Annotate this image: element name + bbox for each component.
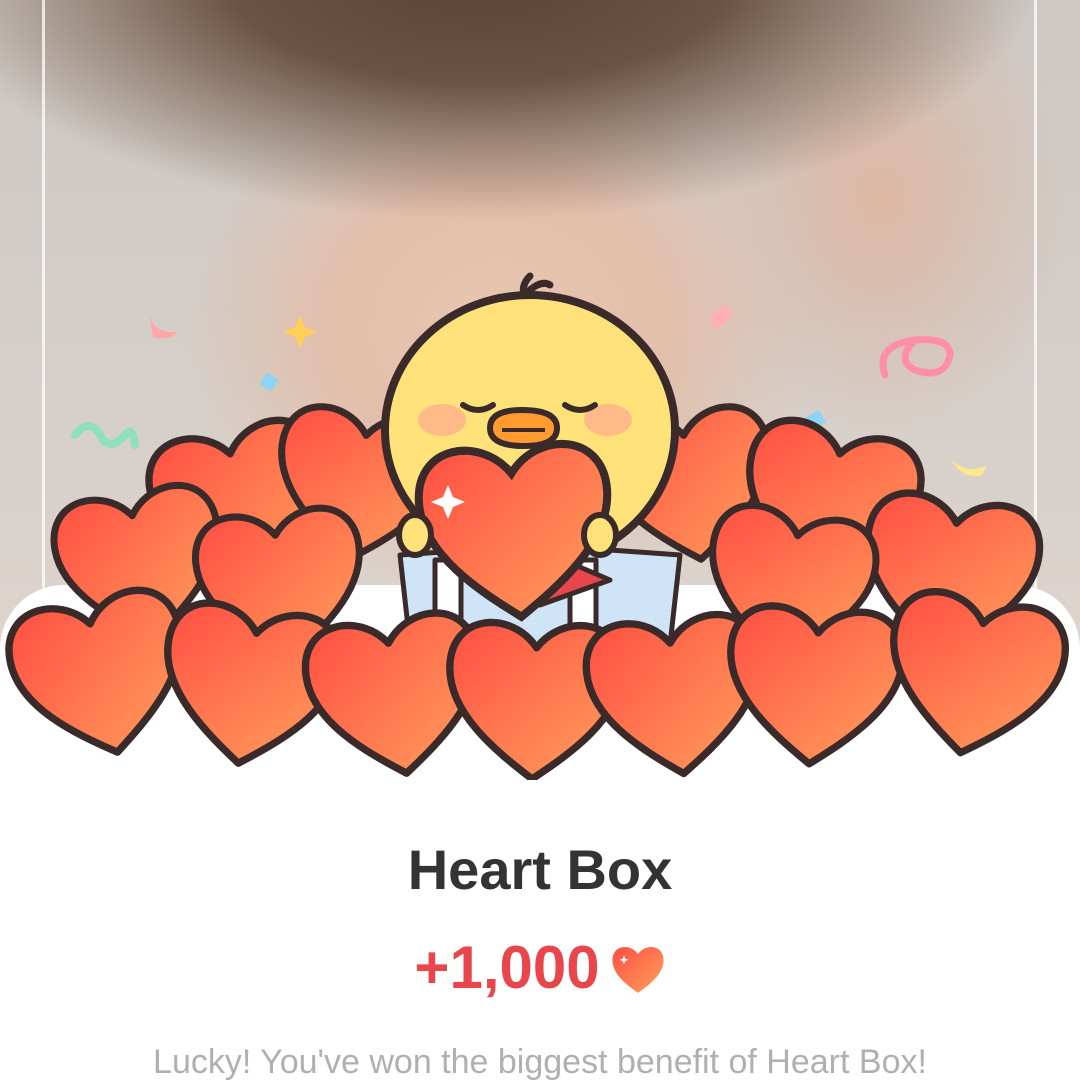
photo-hair-area <box>0 0 1060 240</box>
reward-amount: +1,000 <box>414 934 600 1001</box>
popup-title: Heart Box <box>407 838 673 901</box>
heart-icon <box>612 946 664 993</box>
heart-box-illustration <box>0 272 1080 780</box>
result-message: Lucky! You've won the biggest benefit of… <box>153 1043 927 1081</box>
reward-row: +1,000 <box>0 936 1080 1000</box>
